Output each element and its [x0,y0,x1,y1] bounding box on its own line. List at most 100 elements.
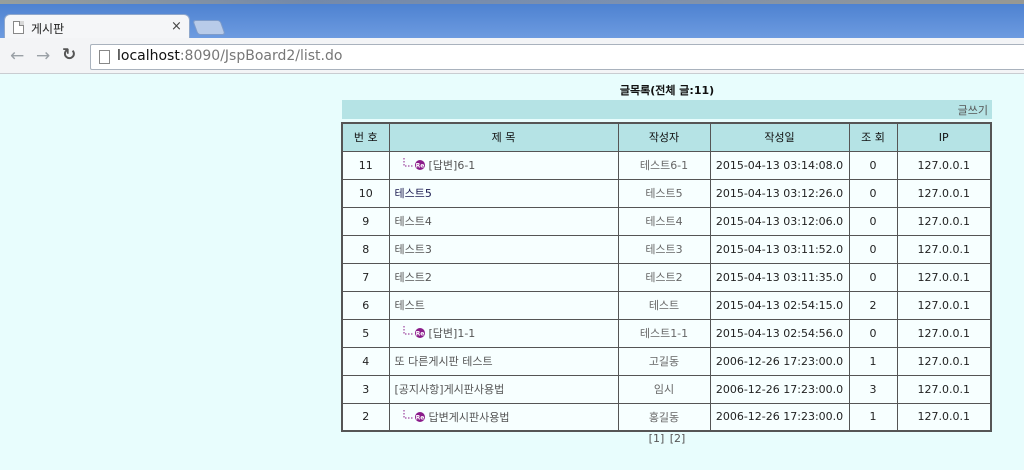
post-subject-link[interactable]: [답변]1-1 [429,327,476,340]
post-date: 2015-04-13 03:12:26.0 [709,178,850,208]
post-number: 2 [341,402,390,432]
post-views: 1 [848,402,898,432]
post-subject: 테스트2 [388,262,619,292]
post-subject-link[interactable]: [공지사항]게시판사용법 [395,383,505,396]
page-title: 글목록(전체 글:11) [619,84,715,97]
post-date: 2015-04-13 03:11:52.0 [709,234,850,264]
post-views: 0 [848,178,898,208]
post-subject: Re [답변]1-1 [388,318,619,348]
reply-re-icon: Re [403,326,425,338]
post-date: 2006-12-26 17:23:00.0 [709,374,850,404]
url-text[interactable]: localhost:8090/JspBoard2/list.do [117,48,342,64]
post-subject: 테스트5 [388,178,619,208]
reply-re-icon: Re [403,158,425,170]
post-views: 0 [848,318,898,348]
svg-text:Re: Re [415,414,424,421]
post-ip: 127.0.0.1 [896,374,992,404]
column-header-number: 번 호 [341,122,390,152]
post-date: 2015-04-13 03:11:35.0 [709,262,850,292]
post-date: 2015-04-13 02:54:15.0 [709,290,850,320]
post-number: 5 [341,318,390,348]
page-link-1[interactable]: [1] [649,432,665,445]
post-date: 2015-04-13 03:14:08.0 [709,150,850,180]
table-row: 11 Re [답변]6-1 테스트6-1 2015-04-13 03:14:08.0 0 1… [341,150,992,180]
post-views: 0 [848,206,898,236]
post-number: 10 [341,178,390,208]
column-header-date: 작성일 [709,122,850,152]
post-subject-link[interactable]: 테스트5 [395,187,432,200]
post-writer: 임시 [617,374,711,404]
post-views: 0 [848,262,898,292]
column-header-subject: 제 목 [388,122,619,152]
post-date: 2015-04-13 03:12:06.0 [709,206,850,236]
write-post-link[interactable]: 글쓰기 [958,102,988,118]
post-date: 2006-12-26 17:23:00.0 [709,346,850,376]
column-header-ip: IP [896,122,992,152]
post-writer: 테스트4 [617,206,711,236]
post-subject-link[interactable]: 테스트4 [395,215,432,228]
post-writer: 테스트 [617,290,711,320]
post-number: 6 [341,290,390,320]
post-subject-link[interactable]: 테스트 [395,299,425,312]
post-writer: 고길동 [617,346,711,376]
post-ip: 127.0.0.1 [896,178,992,208]
post-subject-link[interactable]: 테스트2 [395,271,432,284]
post-number: 4 [341,346,390,376]
svg-text:Re: Re [415,163,424,170]
table-row: 5 Re [답변]1-1 테스트1-1 2015-04-13 02:54:56.0 0 12… [341,318,992,348]
post-subject: 또 다른게시판 테스트 [388,346,619,376]
address-bar[interactable]: localhost:8090/JspBoard2/list.do [90,44,1024,70]
post-writer: 테스트6-1 [617,150,711,180]
post-views: 1 [848,346,898,376]
post-date: 2006-12-26 17:23:00.0 [709,402,850,432]
page-favicon-icon [13,21,24,34]
post-views: 2 [848,290,898,320]
post-writer: 테스트5 [617,178,711,208]
post-views: 0 [848,150,898,180]
post-ip: 127.0.0.1 [896,150,992,180]
table-row: 4 또 다른게시판 테스트 고길동 2006-12-26 17:23:00.0 1 127… [341,346,992,376]
post-writer: 홍길동 [617,402,711,432]
reload-icon[interactable]: ↻ [62,45,76,65]
new-tab-button[interactable] [192,20,226,35]
post-number: 7 [341,262,390,292]
post-ip: 127.0.0.1 [896,262,992,292]
page-link-2[interactable]: [2] [670,432,686,445]
svg-text:Re: Re [415,331,424,338]
post-views: 0 [848,234,898,264]
column-header-writer: 작성자 [617,122,711,152]
post-writer: 테스트3 [617,234,711,264]
post-number: 11 [341,150,390,180]
post-subject-link[interactable]: 또 다른게시판 테스트 [395,355,493,368]
back-arrow-icon[interactable]: ← [10,46,24,66]
write-bar: 글쓰기 [342,100,992,119]
post-subject-link[interactable]: 답변게시판사용법 [429,411,510,424]
table-row: 2 Re 답변게시판사용법 홍길동 2006-12-26 17:23:00.0 1 127.… [341,402,992,432]
board-table: 번 호 제 목 작성자 작성일 조 회 IP 11 Re [답변]6-1 테스트6-1… [341,122,992,432]
forward-arrow-icon[interactable]: → [36,46,50,66]
post-number: 8 [341,234,390,264]
post-subject: Re 답변게시판사용법 [388,402,619,432]
taskbar-strip [0,0,1024,4]
post-subject: 테스트3 [388,234,619,264]
page-content: 글목록(전체 글:11) 글쓰기 번 호 제 목 작성자 작성일 조 회 IP … [0,75,1024,470]
reply-re-icon: Re [403,409,425,422]
table-row: 8 테스트3 테스트3 2015-04-13 03:11:52.0 0 127.0.0.1 [341,234,992,264]
post-ip: 127.0.0.1 [896,290,992,320]
tab-title: 게시판 [31,22,65,36]
table-row: 9 테스트4 테스트4 2015-04-13 03:12:06.0 0 127.0.0.1 [341,206,992,236]
post-ip: 127.0.0.1 [896,206,992,236]
table-header-row: 번 호 제 목 작성자 작성일 조 회 IP [341,122,992,152]
pagination: [1] [2] [342,432,992,445]
column-header-views: 조 회 [848,122,898,152]
post-subject-link[interactable]: 테스트3 [395,243,432,256]
tab-close-button[interactable]: × [171,19,182,34]
post-ip: 127.0.0.1 [896,234,992,264]
post-subject: [공지사항]게시판사용법 [388,374,619,404]
post-subject-link[interactable]: [답변]6-1 [429,159,476,172]
browser-tab[interactable]: 게시판 × [4,14,190,40]
table-row: 10 테스트5 테스트5 2015-04-13 03:12:26.0 0 127.0.0.… [341,178,992,208]
table-row: 3 [공지사항]게시판사용법 임시 2006-12-26 17:23:00.0 3 127… [341,374,992,404]
post-subject: Re [답변]6-1 [388,150,619,180]
browser-toolbar: ← → ↻ localhost:8090/JspBoard2/list.do [0,38,1024,74]
